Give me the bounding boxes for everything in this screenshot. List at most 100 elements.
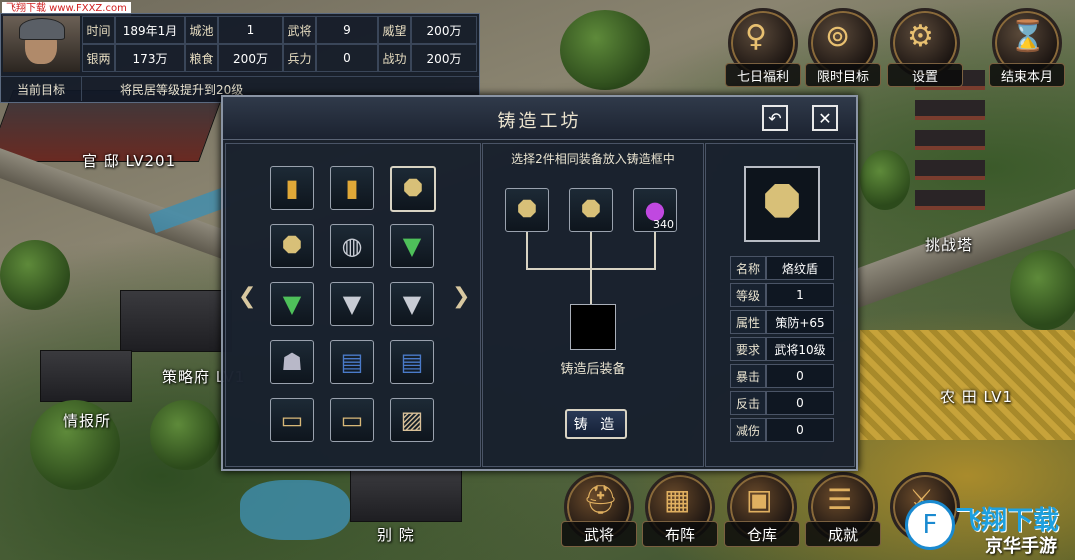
paper-scroll-icon[interactable]: ▭: [270, 398, 314, 442]
seven-day-welfare-button[interactable]: ♀ 七日福利: [725, 8, 801, 87]
timed-goal-button[interactable]: ⊚ 限时目标: [805, 8, 881, 87]
achievement-button[interactable]: ☰ 成就: [805, 472, 881, 547]
formation-board-icon: ▦: [664, 483, 691, 516]
tree: [0, 240, 70, 310]
stat-label: 武将: [283, 16, 316, 44]
forge-panel: 选择2件相同装备放入铸造框中 ⯃ ⯃ ● 340 铸造后装备 铸 造: [482, 143, 704, 467]
attr-label: 要求: [730, 337, 766, 361]
attr-value: 烙纹盾: [766, 256, 834, 280]
round-shield-icon[interactable]: ◍: [330, 224, 374, 268]
gear-icon: ⚙: [907, 19, 934, 54]
button-label: 设置: [887, 63, 963, 87]
stat-value: 0: [316, 44, 378, 72]
tree: [150, 400, 220, 470]
connector-line: [590, 268, 592, 304]
attr-value: 武将10级: [766, 337, 834, 361]
stat-label: 银两: [82, 44, 115, 72]
map-scroll-icon[interactable]: ▨: [390, 398, 434, 442]
green-armor-icon[interactable]: ▼: [390, 224, 434, 268]
close-icon[interactable]: ✕: [812, 105, 838, 131]
attr-label: 等级: [730, 283, 766, 307]
end-month-button[interactable]: ⌛ 结束本月: [989, 8, 1065, 87]
stat-label: 城池: [185, 16, 218, 44]
attr-label: 名称: [730, 256, 766, 280]
challenge-tower[interactable]: [905, 60, 995, 240]
forge-button[interactable]: 铸 造: [565, 409, 627, 439]
button-label: 成就: [805, 521, 881, 547]
button-label: 结束本月: [989, 63, 1065, 87]
green-armor-icon[interactable]: ▼: [270, 282, 314, 326]
dialog-header: 铸造工坊 ↶ ✕: [223, 97, 856, 140]
villa-label[interactable]: 别 院: [377, 524, 415, 545]
status-grid: 时间 189年1月 城池 1 武将 9 威望 200万 银两 173万 粮食 2…: [82, 16, 477, 72]
stat-value: 200万: [218, 44, 283, 72]
material-count: 340: [653, 218, 674, 231]
tower-label[interactable]: 挑战塔: [925, 234, 973, 255]
stat-value: 189年1月: [115, 16, 185, 44]
octagon-shield-icon[interactable]: ⯃: [569, 188, 613, 232]
octagon-shield-icon[interactable]: ⯃: [270, 224, 314, 268]
return-arrow-icon[interactable]: ↶: [762, 105, 788, 131]
attr-label: 反击: [730, 391, 766, 415]
attr-value: 0: [766, 364, 834, 388]
attr-label: 暴击: [730, 364, 766, 388]
attr-row: 属性 策防+65: [730, 310, 834, 334]
attr-row: 要求 武将10级: [730, 337, 834, 361]
strategy-roof: [120, 290, 232, 352]
scroll-case-icon[interactable]: ▮: [270, 166, 314, 210]
attr-value: 0: [766, 391, 834, 415]
stat-value: 200万: [411, 44, 477, 72]
blue-book-icon[interactable]: ▤: [390, 340, 434, 384]
attr-row: 暴击 0: [730, 364, 834, 388]
stat-label: 粮食: [185, 44, 218, 72]
villa-roof: [350, 470, 462, 522]
silver-armor-icon[interactable]: ▼: [330, 282, 374, 326]
octagon-shield-icon: ⯃: [744, 166, 820, 242]
watermark-logo: F 飞翔下载 京华手游: [905, 496, 1075, 560]
warehouse-button[interactable]: ▣ 仓库: [724, 472, 800, 547]
hourglass-icon: ⌛: [1009, 19, 1047, 54]
farm-label[interactable]: 农 田 LV1: [940, 386, 1013, 407]
equipment-detail-panel: ⯃ 名称 烙纹盾 等级 1 属性 策防+65 要求 武将10级 暴击 0 反击 …: [705, 143, 855, 467]
helmet-icon[interactable]: ☗: [270, 340, 314, 384]
generals-button[interactable]: ⛑ 武将: [561, 472, 637, 547]
next-page-arrow-icon[interactable]: ❯: [452, 284, 470, 309]
purple-gem-icon[interactable]: ● 340: [633, 188, 677, 232]
attr-label: 属性: [730, 310, 766, 334]
stat-label: 威望: [378, 16, 411, 44]
blue-book-icon[interactable]: ▤: [330, 340, 374, 384]
stat-value: 173万: [115, 44, 185, 72]
formation-button[interactable]: ▦ 布阵: [642, 472, 718, 547]
scroll-case-icon[interactable]: ▮: [330, 166, 374, 210]
intel-roof: [40, 350, 132, 402]
paper-scroll-icon[interactable]: ▭: [330, 398, 374, 442]
mansion-label[interactable]: 官 邸 LV201: [82, 150, 176, 171]
octagon-shield-icon[interactable]: ⯃: [390, 166, 436, 212]
intel-label[interactable]: 情报所: [63, 410, 111, 431]
stat-label: 时间: [82, 16, 115, 44]
lord-avatar[interactable]: [3, 16, 80, 72]
button-label: 七日福利: [725, 63, 801, 87]
attr-label: 减伤: [730, 418, 766, 442]
goal-label: 当前目标: [1, 77, 82, 101]
button-label: 布阵: [642, 521, 718, 547]
beauty-portrait-icon: ♀: [745, 19, 767, 54]
stat-value: 1: [218, 16, 283, 44]
attr-row: 减伤 0: [730, 418, 834, 442]
pond: [240, 480, 350, 540]
silver-armor-icon[interactable]: ▼: [390, 282, 434, 326]
prev-page-arrow-icon[interactable]: ❮: [238, 284, 256, 309]
stat-label: 兵力: [283, 44, 316, 72]
result-label: 铸造后装备: [560, 362, 626, 377]
stat-label: 战功: [378, 44, 411, 72]
connector-line: [654, 232, 656, 270]
forge-workshop-dialog: 铸造工坊 ↶ ✕ ❮ ❯ ▮ ▮ ⯃ ⯃ ◍ ▼ ▼ ▼ ▼ ☗ ▤ ▤ ▭ ▭…: [221, 95, 858, 471]
settings-button[interactable]: ⚙ 设置: [887, 8, 963, 87]
attr-value: 策防+65: [766, 310, 834, 334]
forge-result-slot: [570, 304, 616, 350]
attr-value: 0: [766, 418, 834, 442]
octagon-shield-icon[interactable]: ⯃: [505, 188, 549, 232]
button-label: 限时目标: [805, 63, 881, 87]
tree: [560, 10, 650, 90]
stat-value: 9: [316, 16, 378, 44]
